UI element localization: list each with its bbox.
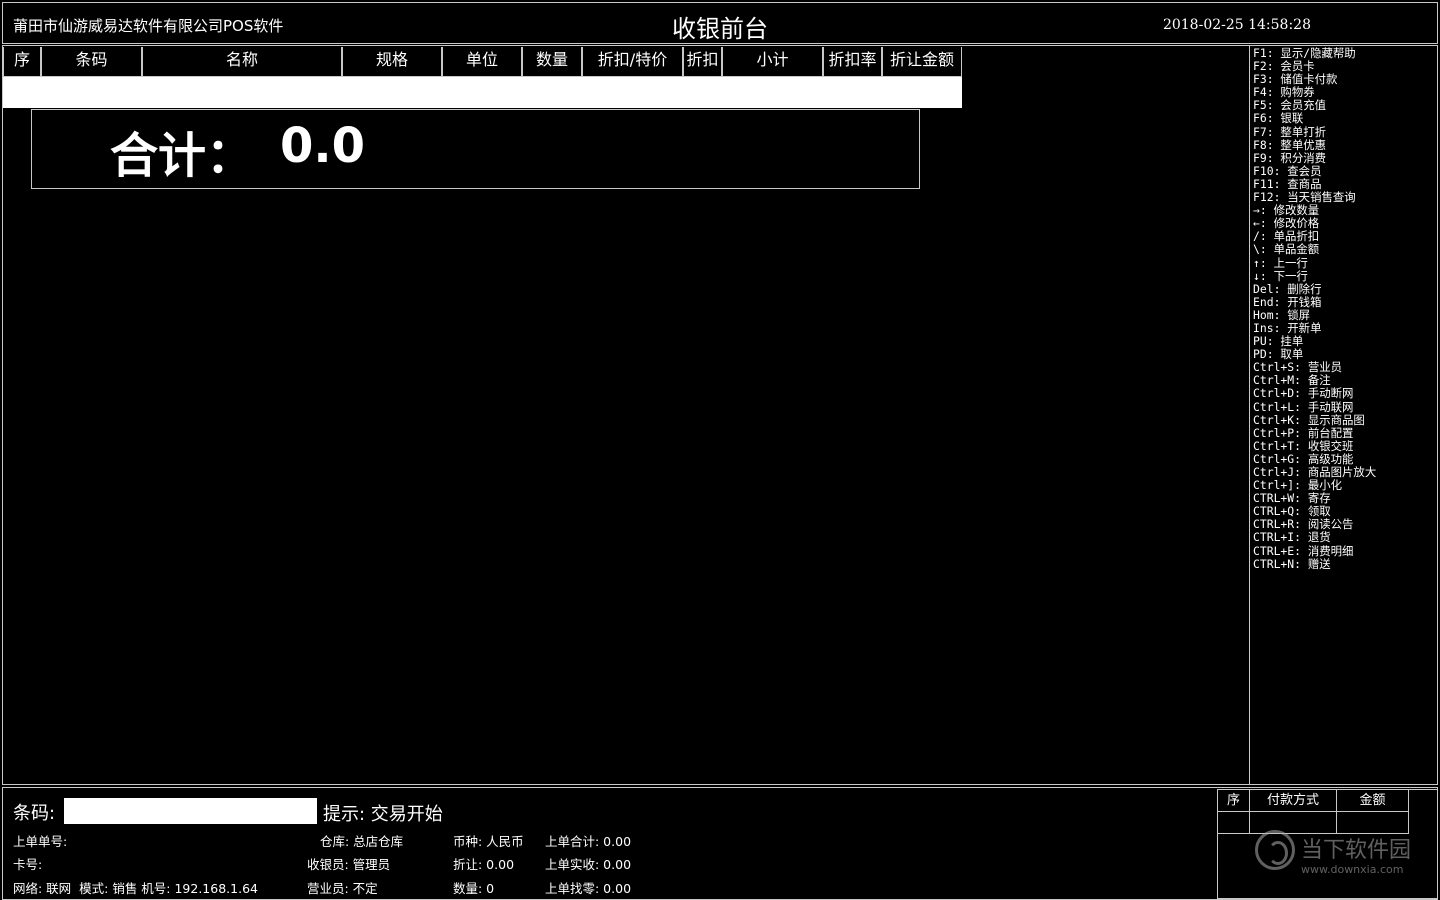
shortcut-item: \: 单品金额: [1253, 242, 1320, 257]
col-barcode[interactable]: 条码: [41, 47, 142, 77]
item-grid-header: 序 条码 名称 规格 单位 数量 折扣/特价 折扣 小计 折扣率 折让金额: [3, 47, 962, 77]
card-number: 卡号:: [13, 857, 43, 872]
shortcut-item: CTRL+I: 退货: [1253, 530, 1331, 545]
shortcut-item: Ctrl+L: 手动联网: [1253, 399, 1354, 414]
shortcut-item: Del: 删除行: [1253, 281, 1322, 296]
pay-col-index: 序: [1218, 790, 1250, 812]
pay-cell: [1218, 812, 1250, 834]
col-discount-rate[interactable]: 折扣率: [823, 47, 882, 77]
shortcut-item: CTRL+E: 消费明细: [1253, 543, 1354, 558]
shortcut-item: F6: 银联: [1253, 111, 1304, 126]
discount-total: 折让: 0.00: [453, 857, 515, 872]
pay-col-amount: 金额: [1337, 790, 1409, 812]
shortcut-item: Hom: 锁屏: [1253, 307, 1311, 322]
pay-col-method: 付款方式: [1250, 790, 1337, 812]
total-display: 合计： 0.0: [31, 109, 920, 189]
last-order-total: 上单合计: 0.00: [545, 834, 632, 849]
datetime: 2018-02-25 14:58:28: [1162, 17, 1311, 33]
shortcut-item: End: 开钱箱: [1253, 294, 1322, 309]
item-grid-row[interactable]: [3, 77, 962, 108]
last-order-paid: 上单实收: 0.00: [545, 857, 632, 872]
watermark-text: 当下软件园: [1301, 838, 1412, 863]
shortcut-item: F8: 整单优惠: [1253, 137, 1326, 152]
col-discount-amount[interactable]: 折让金额: [882, 47, 962, 77]
shortcut-item: ↑: 上一行: [1253, 255, 1308, 270]
total-label: 合计：: [110, 128, 255, 184]
col-spec[interactable]: 规格: [342, 47, 442, 77]
watermark: 当下软件园 www.downxia.com: [1255, 830, 1425, 880]
col-unit[interactable]: 单位: [442, 47, 522, 77]
barcode-label: 条码:: [13, 803, 56, 824]
shortcut-item: ↓: 下一行: [1253, 268, 1308, 283]
shortcut-item: Ctrl+K: 显示商品图: [1253, 412, 1365, 427]
salesperson: 营业员: 不定: [307, 881, 378, 896]
watermark-logo-icon: [1255, 830, 1295, 870]
hint-text: 提示: 交易开始: [323, 804, 443, 825]
watermark-url: www.downxia.com: [1301, 863, 1404, 876]
col-subtotal[interactable]: 小计: [722, 47, 823, 77]
shortcut-help-panel: F1: 显示/隐藏帮助 F2: 会员卡 F3: 储值卡付款 F4: 购物券 F5: 会员…: [1249, 45, 1438, 785]
shortcut-item: Ctrl+T: 收银交班: [1253, 438, 1354, 453]
last-order-change: 上单找零: 0.00: [545, 881, 632, 896]
shortcut-item: CTRL+N: 赠送: [1253, 556, 1331, 571]
shortcut-item: F10: 查会员: [1253, 163, 1322, 178]
shortcut-item: Ctrl+P: 前台配置: [1253, 425, 1354, 440]
payment-table-header: 序 付款方式 金额: [1218, 790, 1409, 812]
col-index[interactable]: 序: [3, 47, 41, 77]
col-special-price[interactable]: 折扣/特价: [582, 47, 683, 77]
title-bar: 莆田市仙游威易达软件有限公司POS软件 收银前台 2018-02-25 14:5…: [2, 2, 1438, 44]
barcode-input[interactable]: [62, 798, 317, 824]
col-discount[interactable]: 折扣: [683, 47, 722, 77]
col-quantity[interactable]: 数量: [522, 47, 582, 77]
shortcut-item: F9: 积分消费: [1253, 150, 1326, 165]
currency: 币种: 人民币: [453, 834, 524, 849]
total-value: 0.0: [280, 118, 366, 174]
cashier: 收银员: 管理员: [307, 857, 391, 872]
quantity-total: 数量: 0: [453, 881, 495, 896]
shortcut-list: F1: 显示/隐藏帮助 F2: 会员卡 F3: 储值卡付款 F4: 购物券 F5: 会员…: [1253, 46, 1376, 571]
network-mode-info: 网络: 联网 模式: 销售 机号: 192.168.1.64: [13, 881, 258, 896]
col-name[interactable]: 名称: [142, 47, 342, 77]
last-order-number: 上单单号:: [13, 834, 68, 849]
shortcut-item: F7: 整单打折: [1253, 124, 1326, 139]
shortcut-item: Ctrl+D: 手动断网: [1253, 386, 1354, 401]
warehouse: 仓库: 总店仓库: [320, 834, 404, 849]
